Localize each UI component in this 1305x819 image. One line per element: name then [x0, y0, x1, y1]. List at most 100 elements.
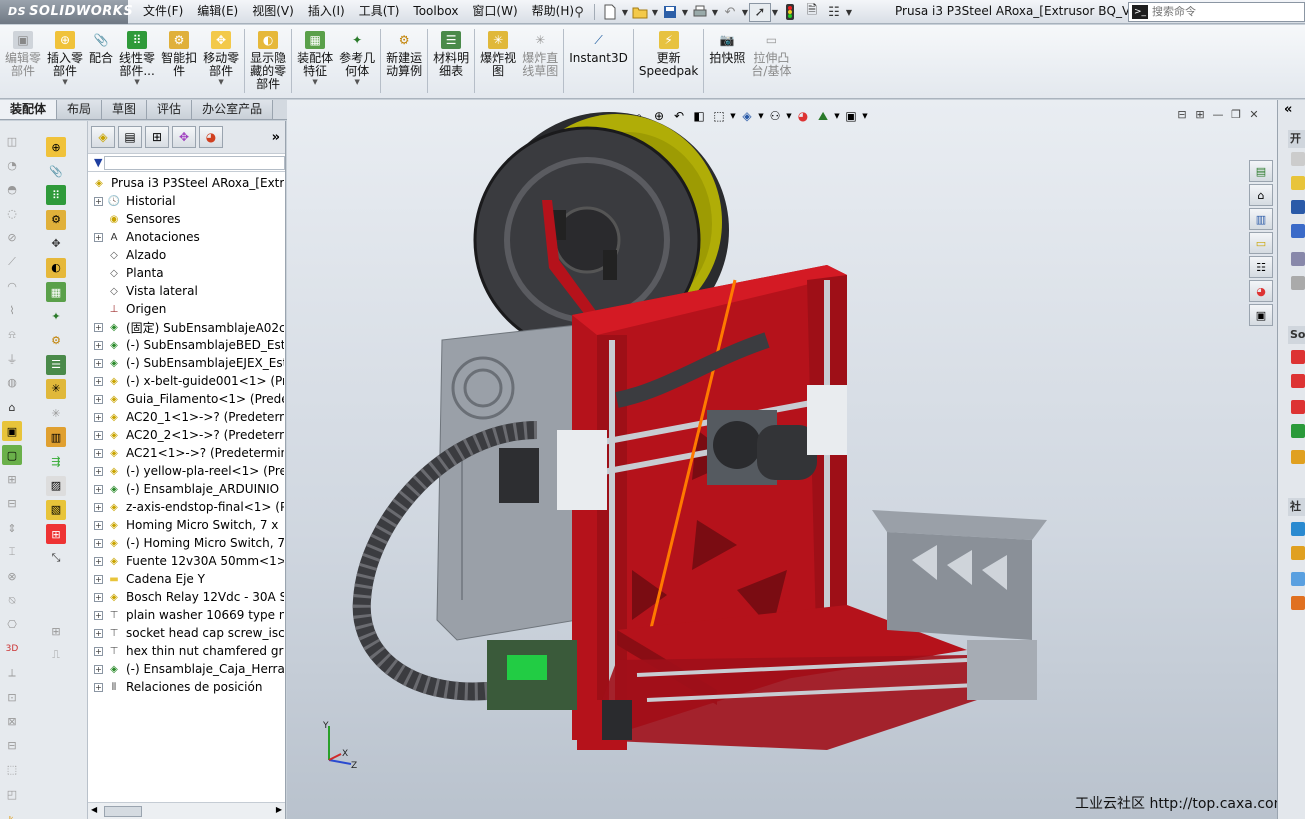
menu-insert[interactable]: 插入(I) — [301, 3, 352, 21]
tree-node[interactable]: ◇ Vista lateral — [88, 282, 284, 300]
tree-node[interactable]: + ◈ AC20_1<1>->? (Predeterm — [88, 408, 284, 426]
tree-node[interactable]: ⊥ Origen — [88, 300, 284, 318]
sketch-tool-icon[interactable]: ⟋ — [2, 252, 22, 272]
solidworks-resource-icon[interactable] — [1291, 450, 1305, 464]
sketch-tool-icon[interactable]: ◓ — [2, 179, 22, 199]
sketch-tool-icon[interactable]: ⎔ — [2, 615, 22, 635]
appearances-icon[interactable]: ◕ — [1249, 280, 1273, 302]
tab-assembly[interactable]: 装配体 — [0, 100, 58, 119]
sketch-tool-icon[interactable]: ⊟ — [2, 494, 22, 514]
explode-line-icon[interactable]: ✳ — [46, 403, 66, 423]
sketch-tool-icon[interactable]: ⊠ — [2, 712, 22, 732]
menu-view[interactable]: 视图(V) — [245, 3, 301, 21]
menu-window[interactable]: 窗口(W) — [465, 3, 524, 21]
mate-button[interactable]: 📎 配合 — [86, 25, 116, 65]
expand-icon[interactable]: + — [94, 358, 103, 368]
reference-geometry-button[interactable]: ✦ 参考几 何体 ▼ — [336, 25, 378, 86]
sketch-tool-icon[interactable]: ⌶ — [2, 542, 22, 562]
doc-icon[interactable] — [1291, 152, 1305, 166]
show-hidden-icon[interactable]: ◐ — [46, 257, 66, 278]
tree-node[interactable]: + ⊤ plain washer 10669 type n — [88, 606, 284, 624]
tree-node[interactable]: + ◈ (-) x-belt-guide001<1> (Pr — [88, 372, 284, 390]
tree-node[interactable]: + ◈ Homing Micro Switch, 7 x — [88, 516, 284, 534]
folder-icon[interactable] — [1291, 176, 1305, 190]
tree-node[interactable]: + ⊤ socket head cap screw_isc — [88, 624, 284, 642]
home-icon[interactable]: ⌂ — [1249, 184, 1273, 206]
tree-node[interactable]: + ◈ AC20_2<1>->? (Predeterm — [88, 426, 284, 444]
chevron-down-icon[interactable]: ▼ — [134, 78, 139, 86]
view-palette-icon[interactable]: ▤ — [1249, 160, 1273, 182]
tree-node[interactable]: + ◈ Bosch Relay 12Vdc - 30A S — [88, 588, 284, 606]
property-manager-tab-icon[interactable]: ▤ — [118, 126, 142, 148]
expand-icon[interactable]: + — [94, 232, 103, 242]
forum-icon[interactable] — [1291, 572, 1305, 586]
sketch-tool-icon[interactable]: ◰ — [2, 784, 22, 804]
print-icon[interactable] — [689, 3, 711, 22]
menu-edit[interactable]: 编辑(E) — [190, 3, 245, 21]
insert-components-button[interactable]: ⊕ 插入零 部件 ▼ — [44, 25, 86, 86]
dimxpert-tab-icon[interactable]: ✥ — [172, 126, 196, 148]
smart-fasteners-button[interactable]: ⚙ 智能扣 件 — [158, 25, 200, 78]
sketch-tool-icon[interactable]: ⟀ — [2, 808, 22, 819]
sketch-tool-icon[interactable]: ◠ — [2, 276, 22, 296]
tree-node[interactable]: + 🕓 Historial — [88, 192, 284, 210]
community-icon[interactable] — [1291, 546, 1305, 560]
search-input[interactable] — [1152, 6, 1302, 18]
tree-node[interactable]: + ⫴ Relaciones de posición — [88, 678, 284, 696]
move-component-icon[interactable]: ✥ — [46, 234, 66, 254]
expand-icon[interactable]: + — [94, 646, 103, 656]
exploded-view-icon[interactable]: ✳ — [46, 378, 66, 399]
tab-evaluate[interactable]: 评估 — [147, 100, 193, 119]
horizontal-scrollbar[interactable]: ◀ ▶ — [88, 802, 285, 819]
snapshot-button[interactable]: 📷 拍快照 — [706, 25, 748, 65]
3d-sketch-icon[interactable]: 3D — [2, 639, 22, 659]
community-icon[interactable] — [1291, 522, 1305, 536]
menu-toolbox[interactable]: Toolbox — [406, 3, 465, 21]
select-dropdown-arrow[interactable]: ▼ — [771, 8, 779, 17]
tab-office-products[interactable]: 办公室产品 — [192, 100, 274, 119]
open-dropdown-arrow[interactable]: ▼ — [651, 8, 659, 17]
save-dropdown-arrow[interactable]: ▼ — [681, 8, 689, 17]
tree-root-assembly[interactable]: ◈Prusa i3 P3Steel ARoxa_[Extrusor BQ_V1]… — [88, 174, 284, 192]
new-motion-study-button[interactable]: ⚙ 新建运 动算例 — [383, 25, 425, 78]
tree-node[interactable]: + ◈ AC21<1>->? (Predetermin — [88, 444, 284, 462]
mate-icon[interactable]: 📎 — [46, 161, 66, 181]
expand-icon[interactable]: + — [94, 322, 103, 332]
tree-node[interactable]: ◉ Sensores — [88, 210, 284, 228]
extruded-boss-button[interactable]: ▭ 拉伸凸 台/基体 — [748, 25, 794, 78]
expand-icon[interactable]: + — [94, 394, 103, 404]
sketch-tool-icon[interactable]: ⇕ — [2, 518, 22, 538]
traffic-light-icon[interactable] — [779, 3, 801, 22]
expand-icon[interactable]: + — [94, 610, 103, 620]
solidworks-logo[interactable]: DS SOLIDWORKS — [0, 0, 133, 24]
explode-line-sketch-button[interactable]: ✳ 爆炸直 线草图 — [519, 25, 561, 78]
scrollbar-thumb[interactable] — [104, 806, 142, 817]
tab-sketch[interactable]: 草图 — [102, 100, 148, 119]
tree-node[interactable]: + ◈ (固定) SubEnsamblajeA02c — [88, 318, 284, 336]
more-tabs-icon[interactable]: » — [272, 130, 280, 145]
pin-icon[interactable]: ⚲ — [568, 3, 590, 22]
expand-icon[interactable]: + — [94, 196, 103, 206]
sketch-tool-icon[interactable]: ▣ — [2, 421, 22, 442]
menu-file[interactable]: 文件(F) — [136, 3, 190, 21]
assembly-tool-icon[interactable]: ⇶ — [46, 451, 66, 471]
tree-node[interactable]: + ▬ Cadena Eje Y — [88, 570, 284, 588]
tab-layout[interactable]: 布局 — [57, 100, 103, 119]
view-palette-icon[interactable]: ☷ — [1249, 256, 1273, 278]
options-icon[interactable]: ☷ — [823, 3, 845, 22]
tree-node[interactable]: ◇ Planta — [88, 264, 284, 282]
assembly-tool-icon[interactable]: ⊞ — [46, 524, 66, 544]
sketch-tool-icon[interactable]: ◌ — [2, 204, 22, 224]
expand-icon[interactable]: + — [94, 520, 103, 530]
file-properties-icon[interactable]: 🗎 — [801, 3, 823, 22]
task-pane-section-start[interactable]: 开 — [1288, 130, 1305, 148]
undo-icon[interactable]: ↶ — [719, 3, 741, 22]
display-manager-tab-icon[interactable]: ◕ — [199, 126, 223, 148]
select-arrow-icon[interactable]: ➚ — [749, 2, 771, 22]
filter-input[interactable] — [104, 155, 285, 170]
undo-dropdown-arrow[interactable]: ▼ — [741, 8, 749, 17]
tutorial-icon[interactable] — [1291, 200, 1305, 214]
tree-node[interactable]: ◇ Alzado — [88, 246, 284, 264]
tree-node[interactable]: + ◈ (-) SubEnsamblajeBED_Estr — [88, 336, 284, 354]
open-folder-icon[interactable] — [629, 3, 651, 22]
